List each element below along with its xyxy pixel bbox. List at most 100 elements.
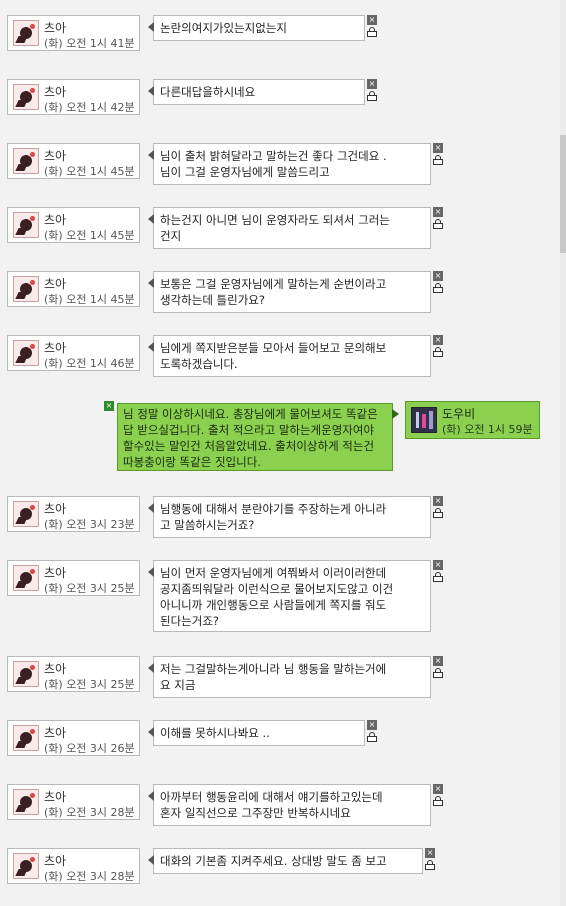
avatar[interactable] xyxy=(13,789,39,815)
message-row: 츠아 (화) 오전 3시 28분 대화의 기본좀 지켜주세요. 상대방 말도 좀 보… xyxy=(0,848,566,884)
avatar-figure-tail xyxy=(15,228,28,235)
sender-card[interactable]: 츠아 (화) 오전 1시 41분 xyxy=(7,15,140,51)
lock-body xyxy=(367,736,377,742)
scrollbar[interactable] xyxy=(560,0,566,906)
message-time: (화) 오전 3시 28분 xyxy=(44,870,135,883)
lock-icon[interactable] xyxy=(433,155,443,166)
sender-name[interactable]: 츠아 xyxy=(44,339,66,356)
lock-icon[interactable] xyxy=(433,668,443,679)
lock-icon[interactable] xyxy=(425,860,435,871)
close-icon[interactable]: × xyxy=(367,15,377,25)
outgoing-row: × 님 정말 이상하시네요. 총장님에게 물어보셔도 똑같은 답 받으실겁니다. … xyxy=(0,401,566,473)
close-icon[interactable]: × xyxy=(433,784,443,794)
close-icon[interactable]: × xyxy=(433,496,443,506)
close-icon[interactable]: × xyxy=(433,335,443,345)
sender-card[interactable]: 츠아 (화) 오전 3시 28분 xyxy=(7,848,140,884)
sender-card[interactable]: 츠아 (화) 오전 3시 25분 xyxy=(7,656,140,692)
close-icon[interactable]: × xyxy=(433,560,443,570)
avatar[interactable] xyxy=(13,340,39,366)
avatar[interactable] xyxy=(13,565,39,591)
close-icon[interactable]: × xyxy=(433,143,443,153)
sender-card[interactable]: 츠아 (화) 오전 1시 45분 xyxy=(7,143,140,179)
sender-card[interactable]: 츠아 (화) 오전 1시 45분 xyxy=(7,207,140,243)
message-text-line: 생각하는데 틀린가요? xyxy=(160,293,265,307)
avatar[interactable] xyxy=(13,84,39,110)
message-text-line: 논란의여지가있는지없는지 xyxy=(160,21,287,35)
sender-name[interactable]: 츠아 xyxy=(44,275,66,292)
close-icon[interactable]: × xyxy=(367,720,377,730)
message-controls: × xyxy=(425,848,435,871)
sender-card[interactable]: 츠아 (화) 오전 3시 26분 xyxy=(7,720,140,756)
avatar-accent xyxy=(30,216,35,221)
bubble-pointer xyxy=(148,791,154,801)
sender-card[interactable]: 츠아 (화) 오전 3시 25분 xyxy=(7,560,140,596)
avatar[interactable] xyxy=(13,20,39,46)
sender-card[interactable]: 츠아 (화) 오전 1시 46분 xyxy=(7,335,140,371)
sender-name[interactable]: 츠아 xyxy=(44,852,66,869)
lock-icon[interactable] xyxy=(433,796,443,807)
avatar-accent xyxy=(30,665,35,670)
message-controls: × xyxy=(433,560,443,583)
sender-name[interactable]: 츠아 xyxy=(44,660,66,677)
sender-name[interactable]: 츠아 xyxy=(44,564,66,581)
close-icon[interactable]: × xyxy=(433,207,443,217)
avatar[interactable] xyxy=(13,276,39,302)
message-time: (화) 오전 1시 41분 xyxy=(44,37,135,50)
lock-icon[interactable] xyxy=(433,347,443,358)
sender-name[interactable]: 츠아 xyxy=(44,147,66,164)
avatar[interactable] xyxy=(13,725,39,751)
lock-icon[interactable] xyxy=(433,572,443,583)
lock-icon[interactable] xyxy=(433,508,443,519)
message-controls: × xyxy=(367,79,377,102)
lock-body xyxy=(367,31,377,37)
lock-icon[interactable] xyxy=(433,283,443,294)
contact-card[interactable]: 도우비 (화) 오전 1시 59분 xyxy=(405,401,540,439)
bubble-pointer xyxy=(148,663,154,673)
lock-body xyxy=(367,95,377,101)
avatar[interactable] xyxy=(13,148,39,174)
close-icon[interactable]: × xyxy=(433,656,443,666)
avatar-figure xyxy=(422,414,426,428)
lock-icon[interactable] xyxy=(367,27,377,38)
message-text-line: 건지 xyxy=(160,229,182,243)
message-controls: × xyxy=(433,271,443,294)
scrollbar-thumb[interactable] xyxy=(560,135,566,253)
sender-name[interactable]: 츠아 xyxy=(44,83,66,100)
message-text-line: 님이 먼저 운영자님에게 여쭤봐서 이러이러한데 xyxy=(160,566,387,580)
message-bubble: 아까부터 행동윤리에 대해서 얘기를하고있는데 혼자 일직선으로 그주장만 반복하… xyxy=(148,784,431,826)
contact-name[interactable]: 도우비 xyxy=(442,405,475,422)
sender-name[interactable]: 츠아 xyxy=(44,724,66,741)
close-icon[interactable]: × xyxy=(433,271,443,281)
avatar[interactable] xyxy=(13,853,39,879)
avatar[interactable] xyxy=(13,661,39,687)
avatar-figure-tail xyxy=(15,36,28,43)
sender-card[interactable]: 츠아 (화) 오전 3시 23분 xyxy=(7,496,140,532)
sender-name[interactable]: 츠아 xyxy=(44,788,66,805)
sender-name[interactable]: 츠아 xyxy=(44,19,66,36)
avatar-accent xyxy=(30,857,35,862)
message-text-line: 저는 그걸말하는게아니라 님 행동을 말하는거에 xyxy=(160,662,387,676)
sender-name[interactable]: 츠아 xyxy=(44,500,66,517)
close-icon[interactable]: × xyxy=(425,848,435,858)
sender-card[interactable]: 츠아 (화) 오전 1시 42분 xyxy=(7,79,140,115)
sender-card[interactable]: 츠아 (화) 오전 3시 28분 xyxy=(7,784,140,820)
sender-card[interactable]: 츠아 (화) 오전 1시 45분 xyxy=(7,271,140,307)
lock-icon[interactable] xyxy=(367,91,377,102)
bubble-pointer xyxy=(148,278,154,288)
sender-name[interactable]: 츠아 xyxy=(44,211,66,228)
message-bubble: 하는건지 아니면 님이 운영자라도 되셔서 그러는 건지 xyxy=(148,207,431,249)
lock-body xyxy=(433,287,443,293)
close-icon[interactable]: × xyxy=(367,79,377,89)
avatar[interactable] xyxy=(13,212,39,238)
message-text-line: 된다는거죠? xyxy=(160,614,220,628)
message-bubble: 보통은 그걸 운영자님에게 말하는게 순번이라고 생각하는데 틀린가요? xyxy=(148,271,431,313)
avatar[interactable] xyxy=(411,407,437,433)
message-text-line: 혼자 일직선으로 그주장만 반복하시네요 xyxy=(160,806,351,820)
lock-icon[interactable] xyxy=(433,219,443,230)
avatar[interactable] xyxy=(13,501,39,527)
message-time: (화) 오전 1시 45분 xyxy=(44,229,135,242)
message-text-line: 다른대답을하시네요 xyxy=(160,85,256,99)
lock-body xyxy=(433,672,443,678)
lock-icon[interactable] xyxy=(367,732,377,743)
close-icon[interactable]: × xyxy=(104,401,114,411)
